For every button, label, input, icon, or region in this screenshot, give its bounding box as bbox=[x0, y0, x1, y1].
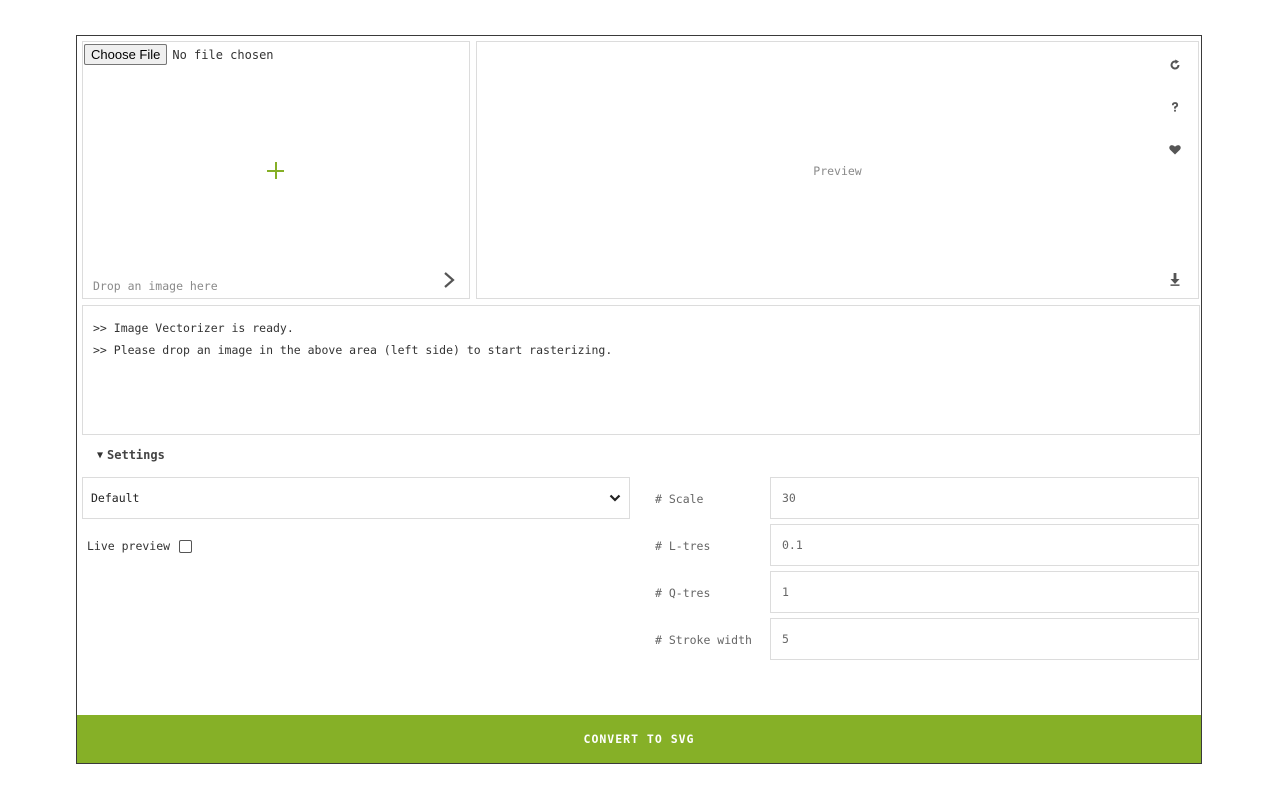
app-frame: Choose File No file chosen Drop an image… bbox=[76, 35, 1202, 764]
drop-hint-text: Drop an image here bbox=[93, 279, 218, 293]
triangle-down-icon: ▼ bbox=[97, 449, 104, 461]
choose-file-button[interactable]: Choose File bbox=[84, 44, 168, 65]
file-status-text: No file chosen bbox=[172, 47, 274, 62]
preset-selected-value: Default bbox=[91, 491, 140, 505]
scale-label: # Scale bbox=[655, 492, 704, 506]
preview-panel: Preview bbox=[476, 41, 1199, 299]
convert-to-svg-button[interactable]: CONVERT TO SVG bbox=[77, 715, 1201, 763]
image-drop-zone[interactable]: Choose File No file chosen Drop an image… bbox=[82, 41, 470, 299]
live-preview-checkbox[interactable] bbox=[179, 539, 193, 553]
plus-icon bbox=[267, 162, 285, 180]
stroke-width-label: # Stroke width bbox=[655, 633, 752, 647]
log-line: >> Please drop an image in the above are… bbox=[93, 343, 613, 357]
settings-toggle[interactable]: ▼ Settings bbox=[97, 448, 165, 462]
stroke-width-input[interactable]: 5 bbox=[770, 618, 1199, 660]
refresh-icon[interactable] bbox=[1166, 56, 1184, 74]
q-tres-input[interactable]: 1 bbox=[770, 571, 1199, 613]
heart-icon[interactable] bbox=[1166, 140, 1184, 158]
log-console: >> Image Vectorizer is ready. >> Please … bbox=[82, 305, 1200, 435]
chevron-right-icon[interactable] bbox=[441, 270, 457, 290]
preview-label: Preview bbox=[813, 164, 862, 178]
scale-input[interactable]: 30 bbox=[770, 477, 1199, 519]
l-tres-label: # L-tres bbox=[655, 539, 711, 553]
log-line: >> Image Vectorizer is ready. bbox=[93, 321, 294, 335]
live-preview-row: Live preview bbox=[87, 539, 193, 553]
file-input[interactable]: Choose File No file chosen bbox=[84, 44, 274, 65]
preset-select[interactable]: Default bbox=[82, 477, 630, 519]
chevron-down-icon bbox=[609, 491, 621, 505]
l-tres-input[interactable]: 0.1 bbox=[770, 524, 1199, 566]
download-icon[interactable] bbox=[1166, 270, 1184, 288]
settings-title: Settings bbox=[107, 448, 165, 462]
help-icon[interactable] bbox=[1166, 98, 1184, 116]
live-preview-label: Live preview bbox=[87, 539, 171, 553]
q-tres-label: # Q-tres bbox=[655, 586, 711, 600]
